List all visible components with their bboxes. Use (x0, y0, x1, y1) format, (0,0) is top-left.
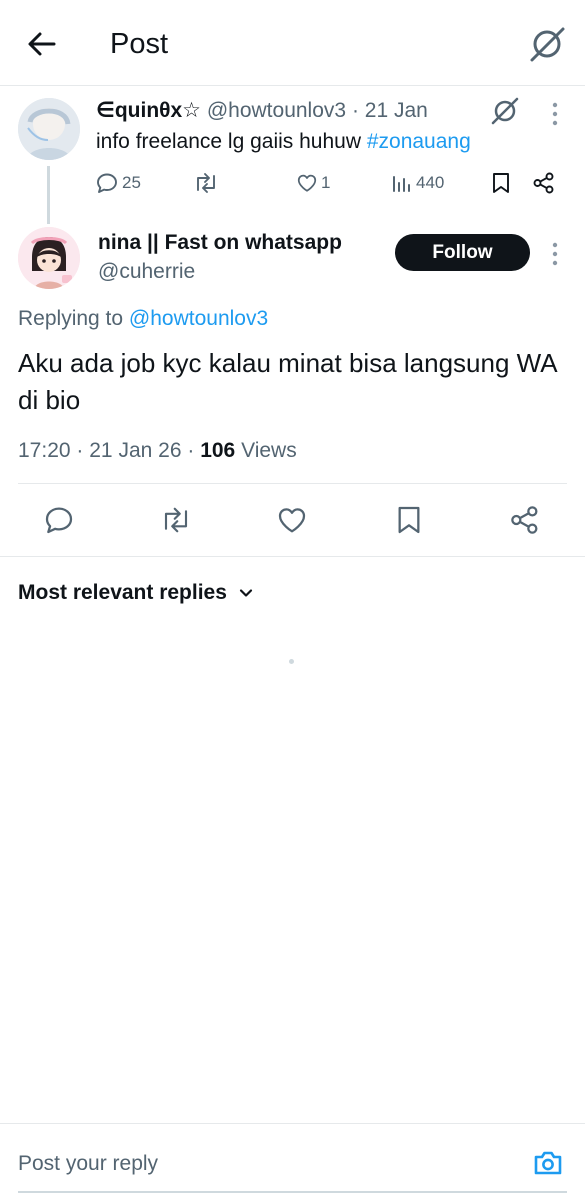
replying-to-line: Replying to @howtounlov3 (18, 305, 268, 333)
sort-label: Most relevant replies (18, 581, 227, 604)
bookmark-icon (394, 504, 424, 536)
main-action-bar (0, 500, 585, 540)
separator-dot: · (351, 99, 359, 122)
parent-tweet-text: info freelance lg gaiis huhuw #zonauang (96, 127, 471, 157)
camera-icon (532, 1148, 564, 1178)
reply-composer-bar (0, 1123, 585, 1200)
arrow-left-icon (24, 27, 60, 61)
heart-icon (276, 504, 308, 536)
parent-retweet-button[interactable] (192, 168, 223, 198)
bookmark-icon (490, 171, 512, 195)
parent-action-bar: 25 1 440 (0, 168, 585, 198)
parent-text-body: info freelance lg gaiis huhuw (96, 130, 367, 153)
reply-icon (95, 171, 119, 195)
camera-button[interactable] (532, 1148, 564, 1178)
parent-views-button[interactable]: 440 (391, 168, 444, 198)
heart-icon (296, 172, 318, 194)
reply-icon (43, 504, 75, 536)
main-more-button[interactable] (548, 240, 562, 268)
loading-indicator (289, 659, 294, 664)
back-button[interactable] (24, 27, 60, 61)
retweet-icon (158, 505, 194, 535)
retweet-button[interactable] (156, 500, 196, 540)
page-title: Post (110, 28, 169, 60)
like-button[interactable] (272, 500, 312, 540)
share-icon (532, 171, 556, 195)
tweet-meta: 17:20 · 21 Jan 26 · 106 Views (18, 437, 297, 465)
analytics-icon (391, 172, 413, 194)
top-app-bar: Post (0, 0, 585, 86)
reply-button[interactable] (39, 500, 79, 540)
share-button[interactable] (505, 500, 545, 540)
divider (0, 556, 585, 557)
parent-avatar[interactable] (18, 98, 80, 160)
main-handle[interactable]: @cuherrie (98, 258, 195, 286)
parent-views-count: 440 (416, 173, 445, 192)
parent-reply-button[interactable]: 25 (95, 168, 141, 198)
parent-like-button[interactable]: 1 (296, 168, 330, 198)
views-count[interactable]: 106 (200, 439, 235, 462)
main-avatar[interactable] (18, 227, 80, 289)
chevron-down-icon (237, 584, 255, 602)
reply-input[interactable] (18, 1148, 508, 1180)
meta-separator: · (187, 439, 195, 462)
replying-prefix: Replying to (18, 307, 129, 330)
parent-tweet-header: ∈quinθx☆ @howtounlov3 · 21 Jan (96, 97, 428, 125)
meta-separator: · (76, 439, 84, 462)
bookmark-button[interactable] (389, 500, 429, 540)
parent-share-button[interactable] (532, 168, 556, 198)
parent-handle[interactable]: @howtounlov3 (207, 99, 346, 122)
parent-date[interactable]: 21 Jan (365, 99, 428, 122)
views-label: Views (241, 439, 297, 462)
parent-like-count: 1 (321, 173, 331, 192)
grok-icon (526, 24, 568, 64)
divider (18, 483, 567, 484)
grok-icon (489, 96, 521, 126)
replying-mention-link[interactable]: @howtounlov3 (129, 307, 268, 330)
more-vertical-icon (548, 100, 562, 128)
main-display-name[interactable]: nina || Fast on whatsapp (98, 229, 342, 257)
main-tweet-text: Aku ada job kyc kalau minat bisa langsun… (18, 348, 557, 415)
hashtag-link[interactable]: #zonauang (367, 130, 471, 153)
parent-more-button[interactable] (548, 100, 562, 128)
replies-sort-dropdown[interactable]: Most relevant replies (18, 578, 255, 608)
tweet-date[interactable]: 21 Jan 26 (89, 439, 181, 462)
follow-button[interactable]: Follow (395, 234, 530, 271)
parent-display-name[interactable]: ∈quinθx☆ (96, 99, 201, 122)
grok-button[interactable] (526, 24, 568, 64)
more-vertical-icon (548, 240, 562, 268)
reply-input-underline (18, 1191, 567, 1193)
parent-grok-button[interactable] (489, 96, 521, 126)
tweet-time[interactable]: 17:20 (18, 439, 71, 462)
parent-reply-count: 25 (122, 173, 141, 192)
share-icon (509, 504, 541, 536)
retweet-icon (192, 171, 220, 195)
parent-bookmark-button[interactable] (490, 168, 512, 198)
